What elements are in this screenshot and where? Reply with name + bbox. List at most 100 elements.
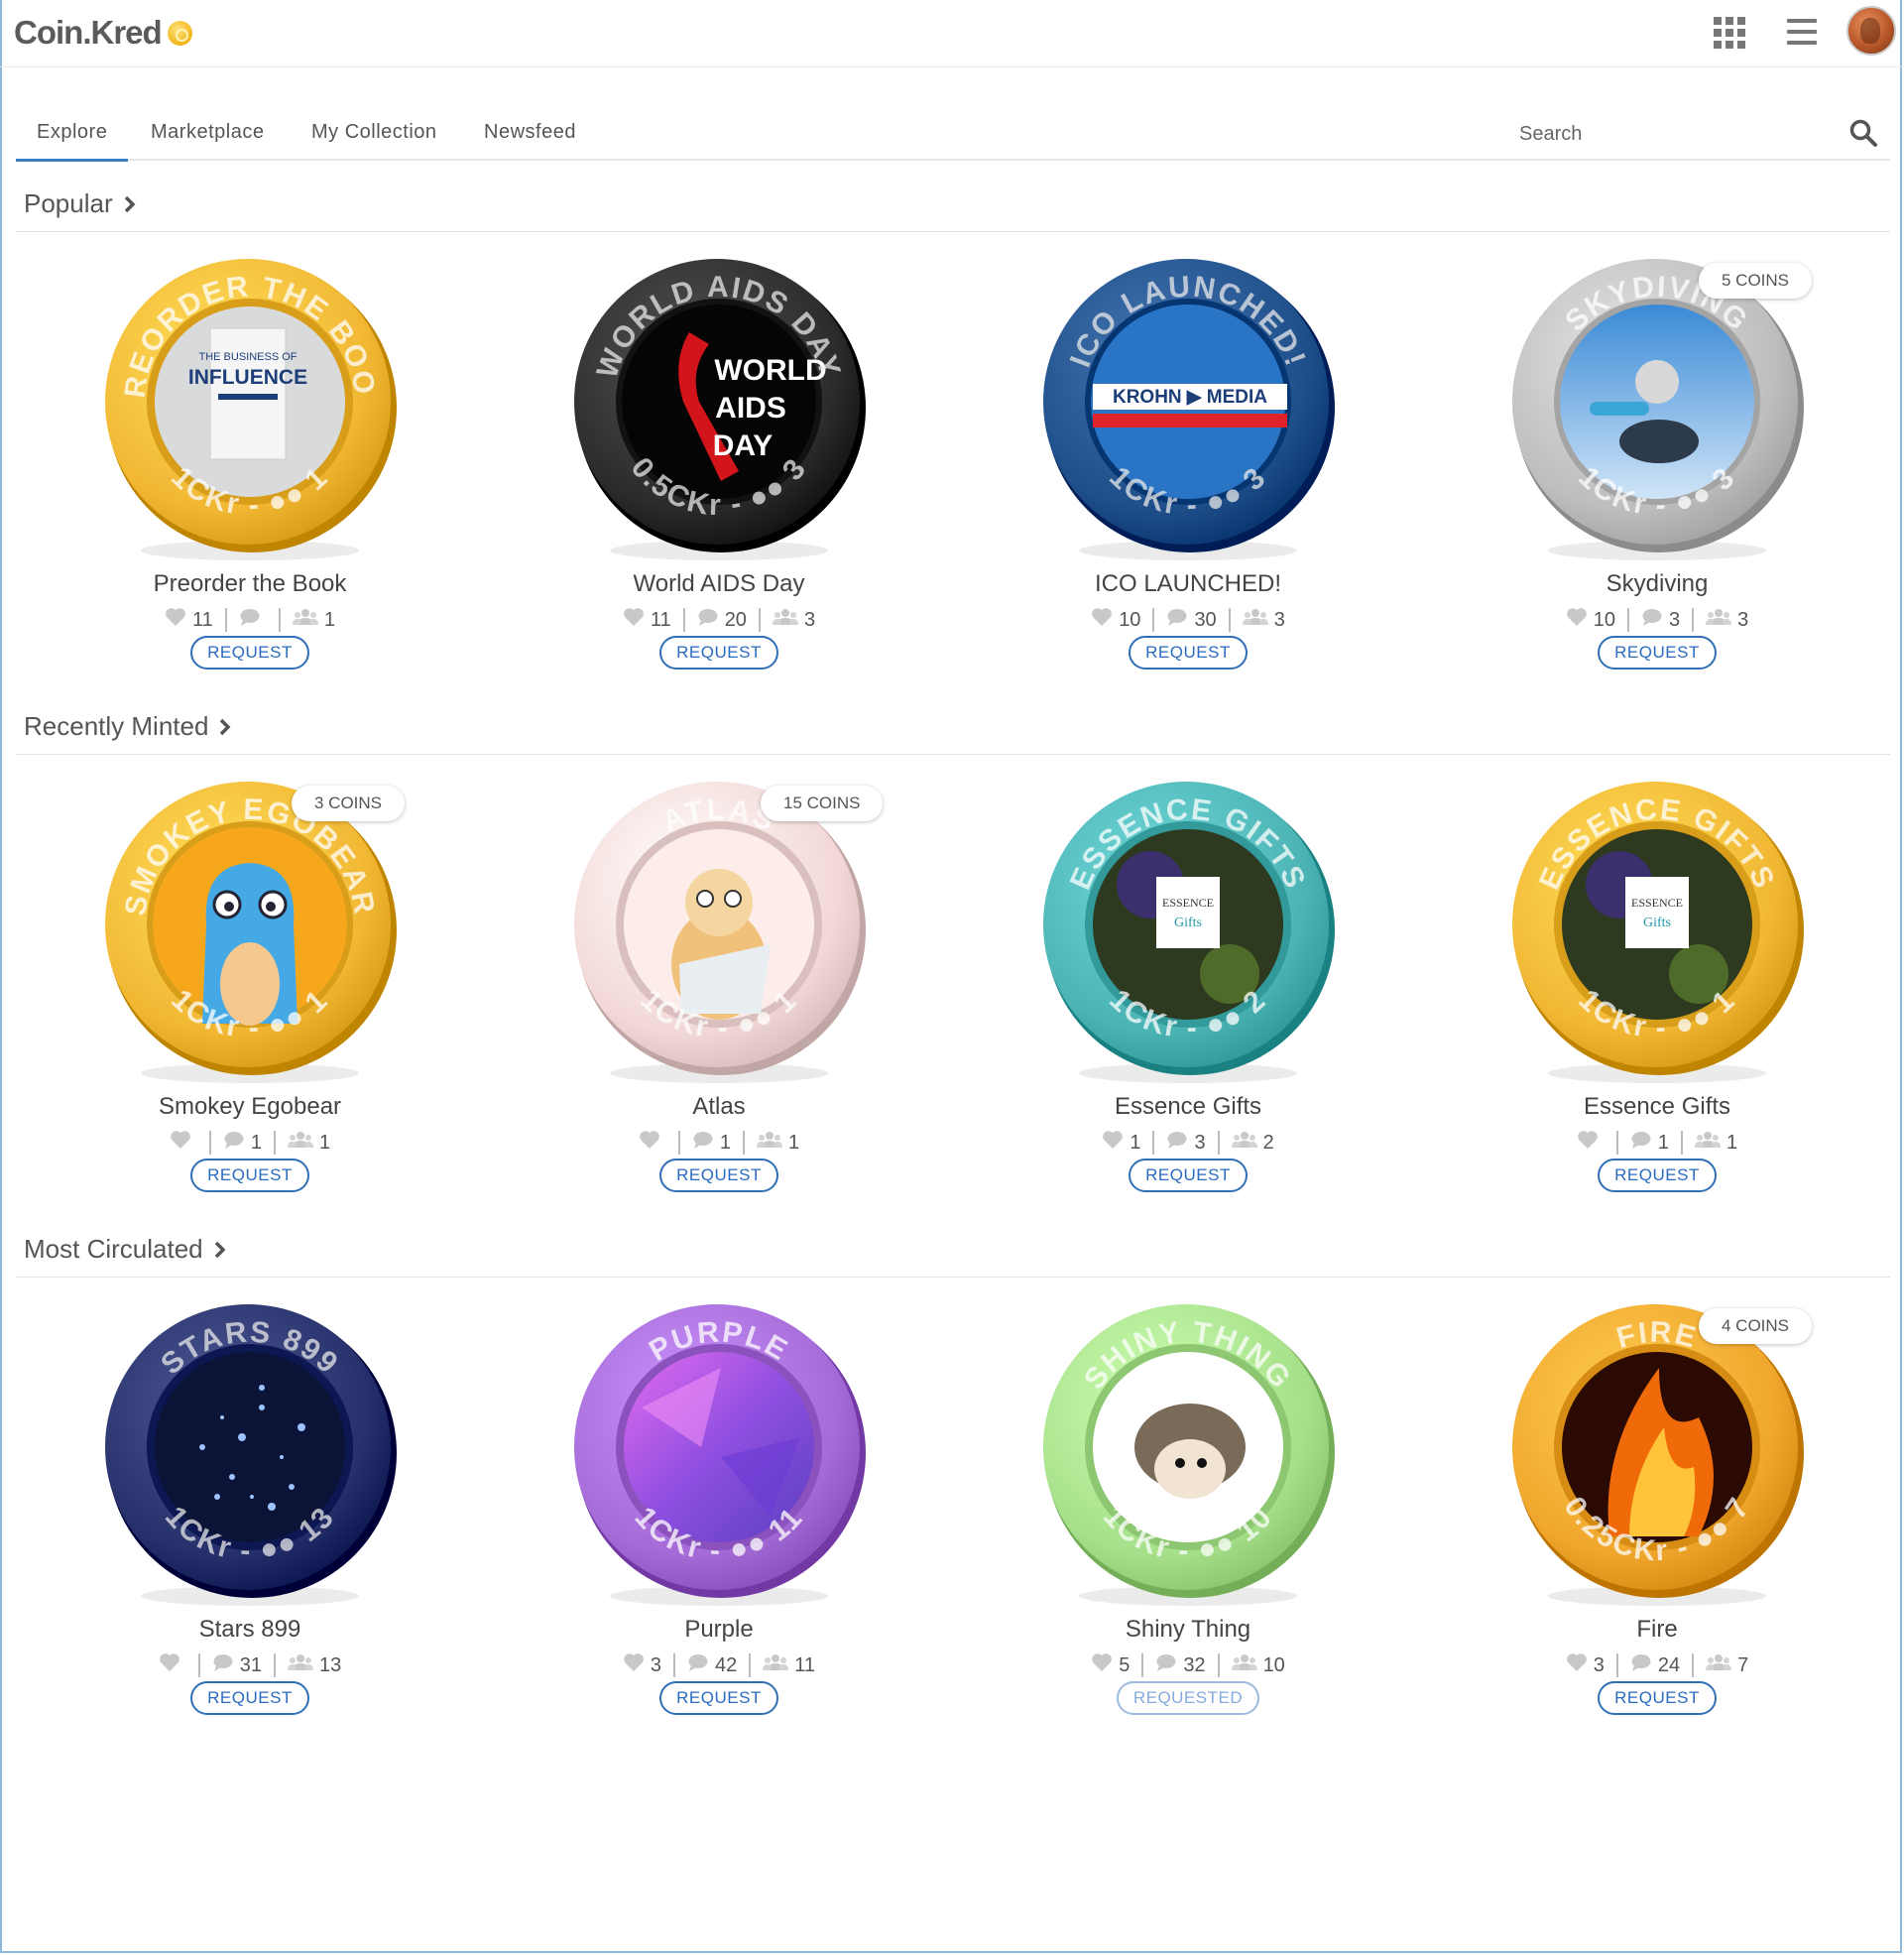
comments-stat[interactable]: 24: [1615, 1653, 1692, 1677]
coin-wrapper[interactable]: STARS 899 1CKr - ●● 13: [103, 1298, 397, 1616]
likes-stat[interactable]: 5: [1079, 1653, 1141, 1677]
coin-image[interactable]: PURPLE 1CKr - ●● 11: [572, 1298, 866, 1616]
coin-name[interactable]: Purple: [485, 1616, 953, 1644]
coin-name[interactable]: Skydiving: [1423, 570, 1891, 598]
holders-stat[interactable]: 1: [274, 1131, 342, 1155]
coin-wrapper[interactable]: KROHN ▶ MEDIA ICO LAUNCHED! 1CKr - ●● 3: [1041, 253, 1335, 570]
coin-card[interactable]: PURPLE 1CKr - ●● 11 Purple 3 42 11 REQUE…: [485, 1298, 953, 1735]
coin-image[interactable]: ESSENCE Gifts ESSENCE GIFTS 1CKr - ●● 2: [1041, 776, 1335, 1093]
holders-stat[interactable]: 7: [1692, 1653, 1760, 1677]
search-input[interactable]: [1519, 119, 1837, 149]
coin-name[interactable]: Essence Gifts: [1423, 1093, 1891, 1121]
request-button[interactable]: REQUEST: [1598, 1681, 1717, 1715]
likes-stat[interactable]: 11: [153, 608, 225, 632]
holders-stat[interactable]: 10: [1217, 1653, 1297, 1677]
request-button[interactable]: REQUEST: [659, 1681, 778, 1715]
tab-marketplace[interactable]: Marketplace: [130, 121, 285, 159]
likes-stat[interactable]: [1565, 1131, 1616, 1155]
likes-stat[interactable]: 11: [611, 608, 683, 632]
likes-stat[interactable]: 1: [1090, 1131, 1152, 1155]
comments-stat[interactable]: 20: [682, 608, 759, 632]
coin-wrapper[interactable]: PURPLE 1CKr - ●● 11: [572, 1298, 866, 1616]
request-button[interactable]: REQUEST: [1129, 1159, 1248, 1192]
coin-name[interactable]: Fire: [1423, 1616, 1891, 1644]
requested-button[interactable]: REQUESTED: [1117, 1681, 1259, 1715]
coin-image[interactable]: THE BUSINESS OF INFLUENCE PREORDER THE B…: [103, 253, 397, 570]
coin-name[interactable]: Smokey Egobear: [16, 1093, 484, 1121]
coin-wrapper[interactable]: ESSENCE Gifts ESSENCE GIFTS 1CKr - ●● 2: [1041, 776, 1335, 1093]
request-button[interactable]: REQUEST: [190, 1159, 309, 1192]
coin-image[interactable]: STARS 899 1CKr - ●● 13: [103, 1298, 397, 1616]
request-button[interactable]: REQUEST: [659, 1159, 778, 1192]
comments-stat[interactable]: 1: [208, 1131, 274, 1155]
coin-card[interactable]: ATLAS 1CKr - ●● 1 15 COINS Atlas 1 1 REQ…: [485, 776, 953, 1212]
likes-stat[interactable]: [158, 1131, 209, 1155]
comments-stat[interactable]: 1: [677, 1131, 743, 1155]
coin-card[interactable]: ESSENCE Gifts ESSENCE GIFTS 1CKr - ●● 2 …: [954, 776, 1422, 1212]
hamburger-menu-icon[interactable]: [1787, 19, 1817, 45]
search-icon[interactable]: [1848, 118, 1878, 148]
coin-image[interactable]: SMOKEY EGOBEAR 1CKr - ●● 1: [103, 776, 397, 1093]
comments-stat[interactable]: 3: [1152, 1131, 1217, 1155]
comments-stat[interactable]: 1: [1615, 1131, 1681, 1155]
holders-stat[interactable]: 1: [743, 1131, 811, 1155]
coin-card[interactable]: WORLD AIDS DAY WORLD AIDS DAY 0.5CKr - ●…: [485, 253, 953, 689]
request-button[interactable]: REQUEST: [190, 636, 309, 670]
coin-name[interactable]: World AIDS Day: [485, 570, 953, 598]
comments-stat[interactable]: 30: [1152, 608, 1228, 632]
coin-wrapper[interactable]: WORLD AIDS DAY WORLD AIDS DAY 0.5CKr - ●…: [572, 253, 866, 570]
coin-image[interactable]: SHINY THING 1CKr - ●● 10: [1041, 1298, 1335, 1616]
holders-stat[interactable]: 3: [1692, 608, 1760, 632]
coin-image[interactable]: ATLAS 1CKr - ●● 1: [572, 776, 866, 1093]
holders-stat[interactable]: 3: [1228, 608, 1297, 632]
likes-stat[interactable]: [627, 1131, 678, 1155]
coin-card[interactable]: STARS 899 1CKr - ●● 13 Stars 899 31 13 R…: [16, 1298, 484, 1735]
request-button[interactable]: REQUEST: [190, 1681, 309, 1715]
coin-image[interactable]: ESSENCE Gifts ESSENCE GIFTS 1CKr - ●● 1: [1510, 776, 1804, 1093]
coin-wrapper[interactable]: THE BUSINESS OF INFLUENCE PREORDER THE B…: [103, 253, 397, 570]
coin-name[interactable]: Essence Gifts: [954, 1093, 1422, 1121]
app-logo[interactable]: Coin.Kred: [14, 14, 192, 52]
likes-stat[interactable]: 10: [1554, 608, 1627, 632]
request-button[interactable]: REQUEST: [659, 636, 778, 670]
coin-card[interactable]: KROHN ▶ MEDIA ICO LAUNCHED! 1CKr - ●● 3 …: [954, 253, 1422, 689]
holders-stat[interactable]: 3: [758, 608, 827, 632]
comments-stat[interactable]: 32: [1141, 1653, 1217, 1677]
coin-image[interactable]: WORLD AIDS DAY WORLD AIDS DAY 0.5CKr - ●…: [572, 253, 866, 570]
coin-wrapper[interactable]: FIRE 0.25CKr - ●● 7 4 COINS: [1510, 1298, 1813, 1616]
tab-newsfeed[interactable]: Newsfeed: [463, 121, 597, 159]
likes-stat[interactable]: [147, 1653, 198, 1677]
coin-card[interactable]: SMOKEY EGOBEAR 1CKr - ●● 1 3 COINS Smoke…: [16, 776, 484, 1212]
holders-stat[interactable]: 2: [1217, 1131, 1286, 1155]
coin-card[interactable]: SHINY THING 1CKr - ●● 10 Shiny Thing 5 3…: [954, 1298, 1422, 1735]
tab-explore[interactable]: Explore: [16, 121, 129, 162]
holders-stat[interactable]: 13: [274, 1653, 353, 1677]
comments-stat[interactable]: 31: [197, 1653, 274, 1677]
likes-stat[interactable]: 3: [1554, 1653, 1616, 1677]
holders-stat[interactable]: 11: [749, 1653, 827, 1677]
holders-stat[interactable]: 1: [278, 608, 347, 632]
coin-wrapper[interactable]: ATLAS 1CKr - ●● 1 15 COINS: [572, 776, 884, 1093]
coin-card[interactable]: FIRE 0.25CKr - ●● 7 4 COINS Fire 3 24 7 …: [1423, 1298, 1891, 1735]
coin-card[interactable]: ESSENCE Gifts ESSENCE GIFTS 1CKr - ●● 1 …: [1423, 776, 1891, 1212]
likes-stat[interactable]: 10: [1079, 608, 1152, 632]
user-avatar[interactable]: [1846, 6, 1896, 56]
tab-my-collection[interactable]: My Collection: [291, 121, 458, 159]
holders-stat[interactable]: 1: [1681, 1131, 1749, 1155]
coin-image[interactable]: KROHN ▶ MEDIA ICO LAUNCHED! 1CKr - ●● 3: [1041, 253, 1335, 570]
comments-stat[interactable]: 42: [673, 1653, 749, 1677]
coin-wrapper[interactable]: ESSENCE Gifts ESSENCE GIFTS 1CKr - ●● 1: [1510, 776, 1804, 1093]
coin-name[interactable]: Preorder the Book: [16, 570, 484, 598]
request-button[interactable]: REQUEST: [1129, 636, 1248, 670]
coin-name[interactable]: Stars 899: [16, 1616, 484, 1644]
coin-card[interactable]: THE BUSINESS OF INFLUENCE PREORDER THE B…: [16, 253, 484, 689]
coin-card[interactable]: SKYDIVING 1CKr - ●● 3 5 COINS Skydiving …: [1423, 253, 1891, 689]
coin-name[interactable]: ICO LAUNCHED!: [954, 570, 1422, 598]
coin-wrapper[interactable]: SKYDIVING 1CKr - ●● 3 5 COINS: [1510, 253, 1813, 570]
comments-stat[interactable]: 3: [1627, 608, 1692, 632]
coin-image[interactable]: FIRE 0.25CKr - ●● 7: [1510, 1298, 1804, 1616]
section-title-link[interactable]: Popular: [24, 188, 136, 219]
coin-wrapper[interactable]: SMOKEY EGOBEAR 1CKr - ●● 1 3 COINS: [103, 776, 406, 1093]
apps-grid-icon[interactable]: [1714, 17, 1745, 49]
coin-image[interactable]: SKYDIVING 1CKr - ●● 3: [1510, 253, 1804, 570]
